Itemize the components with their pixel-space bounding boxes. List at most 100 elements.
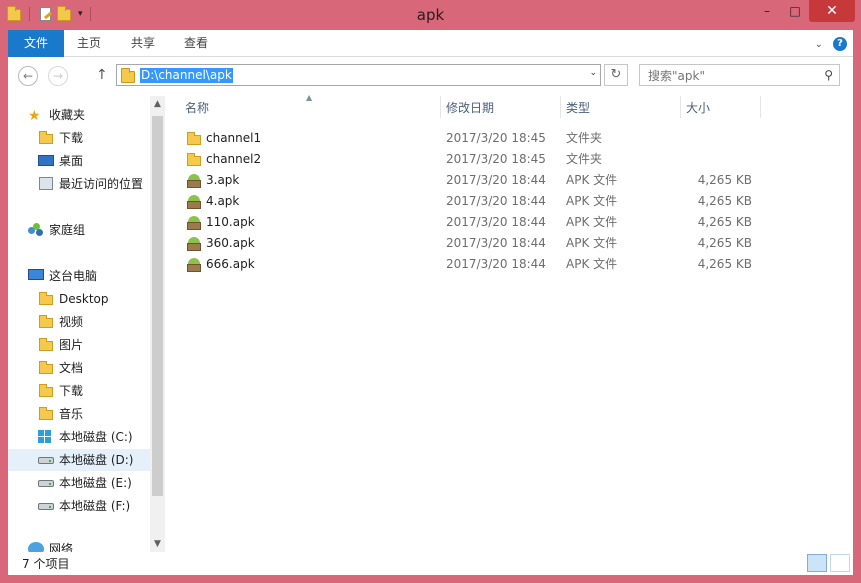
file-row[interactable]: 4.apk 2017/3/20 18:44 APK 文件 4,265 KB	[166, 191, 766, 212]
sidebar-item-this-pc[interactable]: 这台电脑	[8, 265, 150, 287]
sidebar-item-homegroup[interactable]: 家庭组	[8, 219, 150, 241]
sidebar-item-pictures[interactable]: 图片	[8, 334, 150, 356]
minimize-button[interactable]: –	[753, 0, 781, 22]
file-type: APK 文件	[566, 173, 618, 187]
drive-icon	[38, 475, 54, 491]
file-type: APK 文件	[566, 194, 618, 208]
folder-icon	[121, 68, 135, 83]
tab-share[interactable]: 共享	[124, 30, 162, 57]
system-drive-icon	[38, 429, 54, 445]
close-button[interactable]: ✕	[809, 0, 855, 22]
tab-file[interactable]: 文件	[8, 30, 64, 57]
help-icon[interactable]: ?	[833, 37, 847, 51]
desktop-icon	[38, 153, 54, 169]
column-divider[interactable]	[560, 96, 561, 118]
up-button[interactable]: ↑	[96, 67, 108, 83]
sidebar-item-recent-places[interactable]: 最近访问的位置	[8, 173, 150, 195]
sidebar-item-favorites[interactable]: ★ 收藏夹	[8, 104, 150, 126]
file-date: 2017/3/20 18:44	[446, 173, 546, 187]
column-header-name[interactable]: 名称	[185, 98, 435, 124]
maximize-button[interactable]: □	[781, 0, 809, 22]
file-row[interactable]: 360.apk 2017/3/20 18:44 APK 文件 4,265 KB	[166, 233, 766, 254]
file-date: 2017/3/20 18:44	[446, 236, 546, 250]
search-input[interactable]	[648, 68, 808, 83]
sidebar-item-label: Desktop	[59, 292, 109, 306]
column-divider[interactable]	[440, 96, 441, 118]
recent-places-icon	[38, 176, 54, 192]
sidebar-item-drive-c[interactable]: 本地磁盘 (C:)	[8, 426, 150, 448]
sidebar-item-downloads-pc[interactable]: 下载	[8, 380, 150, 402]
file-row[interactable]: 3.apk 2017/3/20 18:44 APK 文件 4,265 KB	[166, 170, 766, 191]
downloads-folder-icon	[38, 383, 54, 399]
file-size: 4,265 KB	[697, 215, 752, 229]
sidebar-item-drive-e[interactable]: 本地磁盘 (E:)	[8, 472, 150, 494]
file-list: ▲ 名称 修改日期 类型 大小 channel1 2017/3/20 18:45…	[166, 93, 853, 552]
column-divider[interactable]	[760, 96, 761, 118]
file-row[interactable]: 666.apk 2017/3/20 18:44 APK 文件 4,265 KB	[166, 254, 766, 275]
file-name: 4.apk	[206, 194, 240, 208]
tab-view[interactable]: 查看	[177, 30, 215, 57]
file-name: 666.apk	[206, 257, 255, 271]
column-divider[interactable]	[680, 96, 681, 118]
file-date: 2017/3/20 18:45	[446, 152, 546, 166]
sidebar-item-label: 本地磁盘 (F:)	[59, 499, 131, 513]
tab-home[interactable]: 主页	[70, 30, 108, 57]
file-date: 2017/3/20 18:44	[446, 194, 546, 208]
file-row[interactable]: channel1 2017/3/20 18:45 文件夹	[166, 128, 766, 149]
scroll-up-icon[interactable]: ▲	[150, 96, 165, 112]
file-size: 4,265 KB	[697, 236, 752, 250]
sidebar-item-label: 家庭组	[49, 223, 86, 237]
title-bar[interactable]: ▾ apk – □ ✕	[0, 0, 861, 30]
status-bar: 7 个项目	[8, 552, 853, 575]
sidebar-item-label: 图片	[59, 338, 84, 352]
scroll-down-icon[interactable]: ▼	[150, 536, 165, 552]
sidebar-item-documents[interactable]: 文档	[8, 357, 150, 379]
sidebar-item-label: 本地磁盘 (C:)	[59, 430, 133, 444]
sidebar-item-downloads[interactable]: 下载	[8, 127, 150, 149]
network-icon	[28, 541, 44, 552]
sidebar-item-desktop[interactable]: 桌面	[8, 150, 150, 172]
homegroup-icon	[28, 222, 44, 238]
sidebar-item-music[interactable]: 音乐	[8, 403, 150, 425]
sidebar-item-network[interactable]: 网络	[8, 538, 150, 552]
file-name: channel1	[206, 131, 262, 145]
address-dropdown-icon[interactable]: ⌄	[589, 68, 597, 78]
file-row[interactable]: 110.apk 2017/3/20 18:44 APK 文件 4,265 KB	[166, 212, 766, 233]
apk-file-icon	[186, 194, 202, 210]
sidebar-item-drive-d[interactable]: 本地磁盘 (D:)	[8, 449, 150, 471]
computer-icon	[28, 268, 44, 284]
address-bar[interactable]: D:\channel\apk ⌄	[116, 64, 601, 86]
sidebar-item-desktop-folder[interactable]: Desktop	[8, 288, 150, 310]
large-icons-view-button[interactable]	[830, 554, 850, 572]
file-type: APK 文件	[566, 215, 618, 229]
scrollbar-thumb[interactable]	[152, 116, 163, 496]
details-view-button[interactable]	[807, 554, 827, 572]
file-date: 2017/3/20 18:44	[446, 257, 546, 271]
forward-button[interactable]: →	[48, 66, 68, 86]
back-button[interactable]: ←	[18, 66, 38, 86]
star-icon: ★	[28, 108, 41, 124]
search-icon[interactable]: ⚲	[824, 68, 833, 82]
address-path[interactable]: D:\channel\apk	[140, 68, 233, 83]
search-box[interactable]: ⚲	[639, 64, 840, 86]
downloads-folder-icon	[38, 130, 54, 146]
drive-icon	[38, 498, 54, 514]
content-area: ★ 收藏夹 下载 桌面 最近访问的位置 家庭组 这台电脑 Desktop 视频 …	[8, 93, 853, 552]
file-type: APK 文件	[566, 257, 618, 271]
sidebar-item-videos[interactable]: 视频	[8, 311, 150, 333]
sidebar-item-label: 这台电脑	[49, 269, 98, 283]
navigation-scrollbar[interactable]: ▲ ▼	[150, 96, 165, 552]
window-controls: – □ ✕	[753, 0, 855, 22]
file-row[interactable]: channel2 2017/3/20 18:45 文件夹	[166, 149, 766, 170]
folder-icon	[186, 131, 202, 147]
expand-ribbon-chevron-icon[interactable]: ⌄	[815, 39, 823, 50]
column-header-date[interactable]: 修改日期	[446, 98, 556, 124]
sidebar-item-label: 收藏夹	[49, 108, 86, 122]
videos-folder-icon	[38, 314, 54, 330]
refresh-button[interactable]: ↻	[604, 64, 628, 86]
folder-icon	[38, 291, 54, 307]
column-header-type[interactable]: 类型	[566, 98, 676, 124]
column-header-size[interactable]: 大小	[686, 98, 756, 124]
sidebar-item-drive-f[interactable]: 本地磁盘 (F:)	[8, 495, 150, 517]
item-count: 7 个项目	[22, 557, 70, 571]
